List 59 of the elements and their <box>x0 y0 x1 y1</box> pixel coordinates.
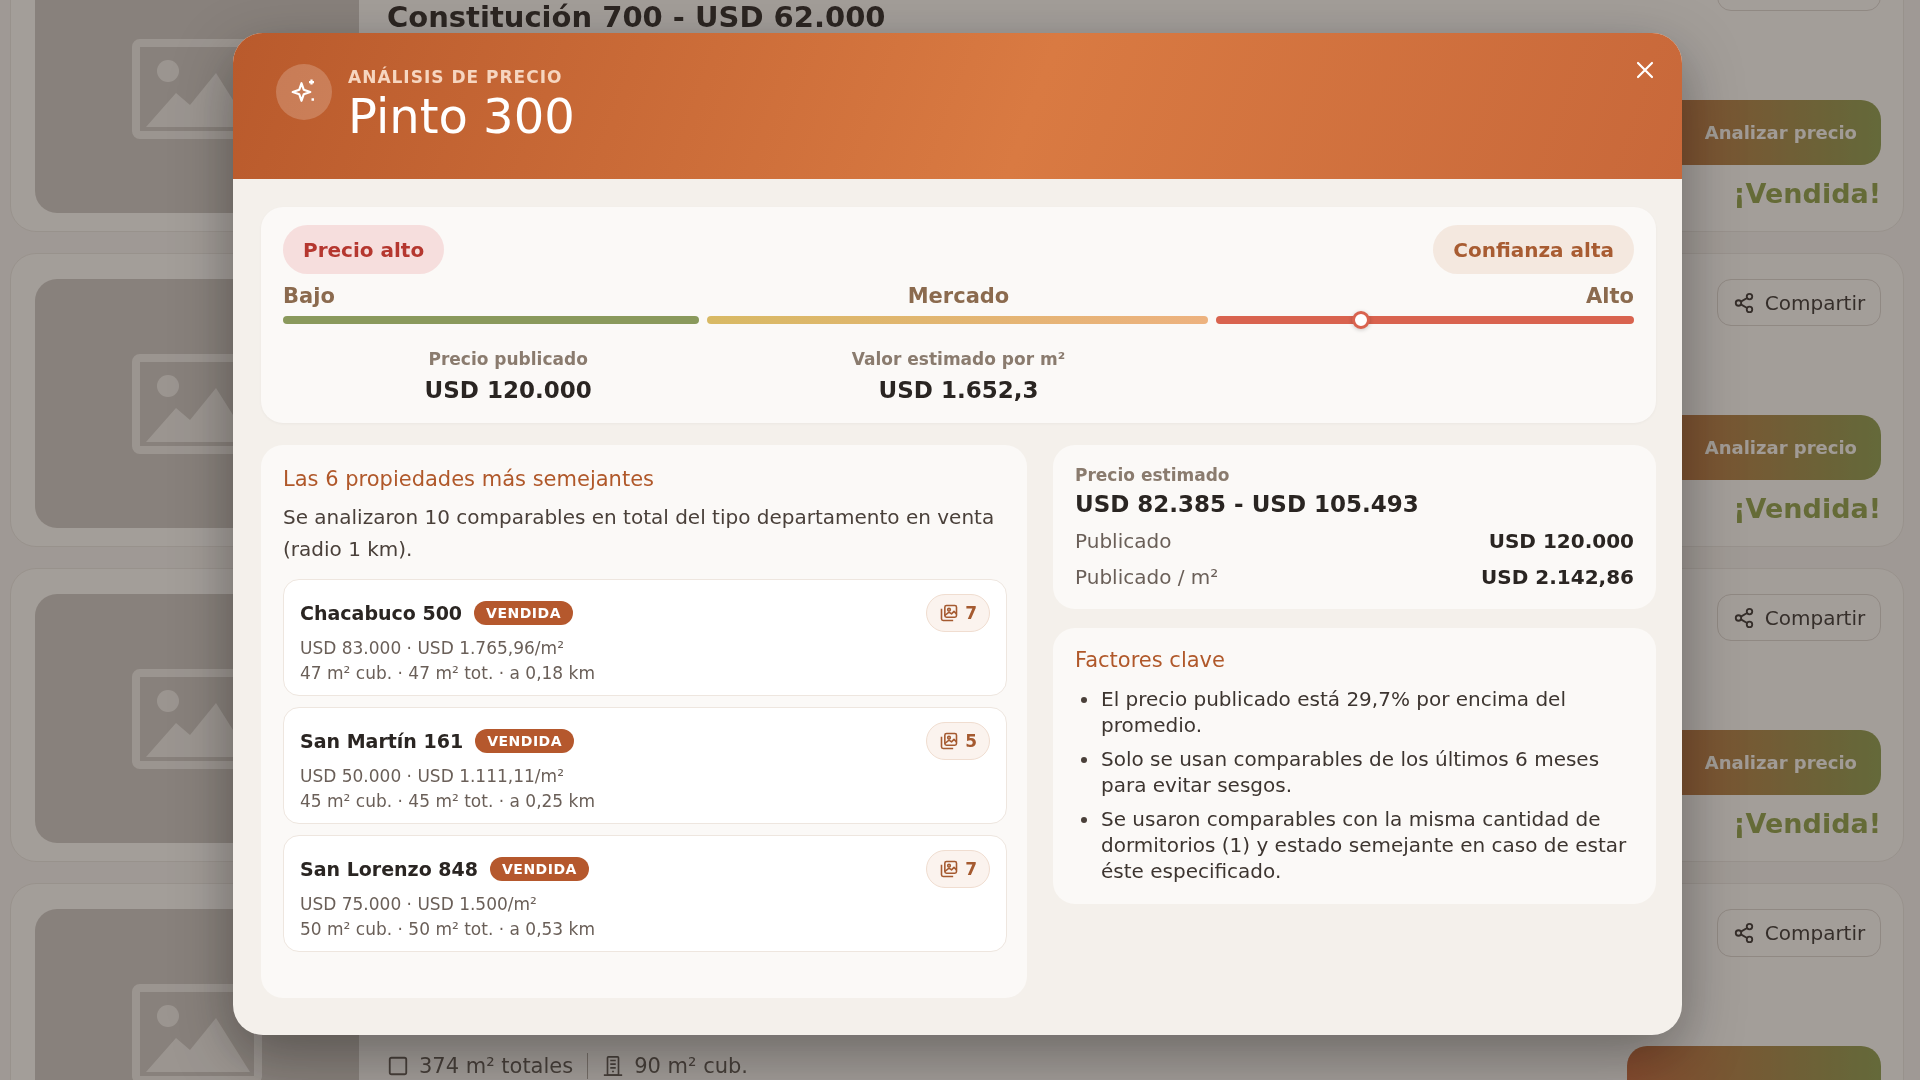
photos-button[interactable]: 7 <box>926 850 990 888</box>
building-icon <box>602 1055 625 1077</box>
share-button[interactable]: Compartir <box>1717 279 1881 327</box>
estimate-label: Precio estimado <box>1075 465 1231 485</box>
photos-button[interactable]: 5 <box>926 722 990 760</box>
estimate-range: USD 82.385 - USD 105.493 <box>1075 491 1420 517</box>
photos-icon <box>939 603 960 623</box>
sold-badge: VENDIDA <box>475 729 575 753</box>
photos-icon <box>939 859 960 879</box>
row-value: USD 2.142,86 <box>1481 565 1634 589</box>
sold-badge: VENDIDA <box>490 857 589 881</box>
row-label: Publicado <box>1075 529 1172 553</box>
section-title: Factores clave <box>1075 648 1226 672</box>
scale-label: Alto <box>1585 284 1634 308</box>
bullet-icon <box>1081 757 1087 763</box>
feature-text: 374 m² totales <box>419 1054 574 1078</box>
modal-title: Pinto 300 <box>348 87 575 145</box>
sold-label: ¡Vendida! <box>1733 177 1881 211</box>
stat-label: Valor estimado por m² <box>850 349 1067 369</box>
property-name: San Martín 161 <box>300 730 464 752</box>
price-line: USD 75.000 · USD 1.500/m² <box>300 893 538 916</box>
stat-value: USD 1.652,3 <box>877 377 1040 403</box>
share-button[interactable]: Compartir <box>1717 594 1881 642</box>
stat-label: Precio publicado <box>427 349 589 369</box>
size-line: 47 m² cub. · 47 m² tot. · a 0,18 km <box>300 662 596 685</box>
property-name: San Lorenzo 848 <box>300 858 478 880</box>
size-line: 50 m² cub. · 50 m² tot. · a 0,53 km <box>300 918 596 941</box>
stat-value: USD 120.000 <box>423 377 593 403</box>
size-line: 45 m² cub. · 45 m² tot. · a 0,25 km <box>300 790 596 813</box>
description: Se analizaron 10 comparables en total del tipo departamento en venta (radio 1 km). <box>283 504 996 563</box>
sold-badge: VENDIDA <box>474 601 573 625</box>
price-line: USD 83.000 · USD 1.765,96/m² <box>300 637 565 660</box>
section-title: Las 6 propiedades más semejantes <box>283 467 655 491</box>
row-value: USD 120.000 <box>1488 529 1634 553</box>
feature-text: 90 m² cub. <box>634 1054 748 1078</box>
row-label: Publicado / m² <box>1075 565 1219 589</box>
bullet-icon <box>1081 817 1087 823</box>
share-icon <box>1732 606 1755 629</box>
share-icon <box>1732 291 1755 314</box>
factor-text: Solo se usan comparables de los últimos 6 meses para evitar sesgos. <box>1101 746 1601 798</box>
factor-text: Se usaron comparables con la misma cantidad de dormitorios (1) y estado semejante en caso de estar éste especificado. <box>1101 806 1628 884</box>
scale-label: Bajo <box>283 284 336 308</box>
sparkle-icon <box>276 64 332 120</box>
confidence-pill: Confianza alta <box>1433 225 1634 274</box>
price-line: USD 50.000 · USD 1.111,11/m² <box>300 765 565 788</box>
sold-label: ¡Vendida! <box>1733 492 1881 526</box>
eyebrow-label: ANÁLISIS DE PRECIO <box>348 67 564 87</box>
factor-text: El precio publicado está 29,7% por encima del promedio. <box>1101 686 1567 738</box>
photos-button[interactable]: 7 <box>926 594 990 632</box>
square-icon <box>387 1055 409 1077</box>
property-name: Chacabuco 500 <box>300 602 463 624</box>
share-icon <box>1732 922 1755 944</box>
share-button[interactable]: Compartir <box>1717 909 1881 957</box>
photos-icon <box>939 731 960 751</box>
verdict-pill: Precio alto <box>283 225 445 274</box>
listing-title: Constitución 700 - USD 62.000 <box>387 1 887 33</box>
sold-label: ¡Vendida! <box>1733 807 1881 841</box>
bullet-icon <box>1081 697 1087 703</box>
scale-label: Mercado <box>906 284 1011 308</box>
